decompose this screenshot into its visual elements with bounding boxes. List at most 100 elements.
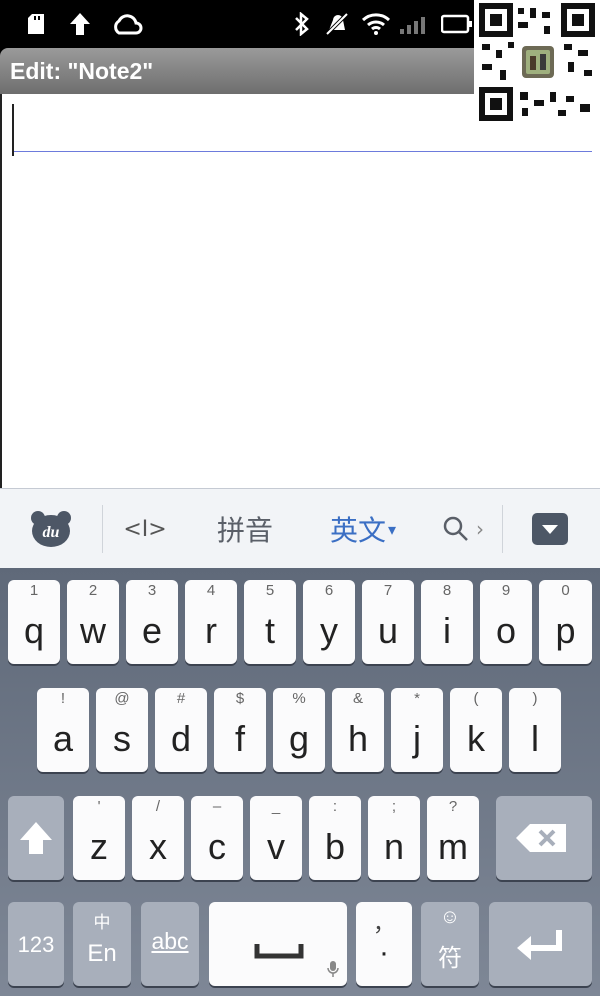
key-symbol: / [155,798,161,815]
ime-toolbar: du <I> 拼音 英文 ▾ › [0,488,600,568]
key-symbol: % [292,690,306,707]
cursor-move-label: <I> [123,516,167,542]
key-symbol: # [176,690,186,707]
pinyin-mode-button[interactable]: 拼音 [208,489,282,569]
cursor-move-button[interactable]: <I> [118,489,172,569]
key-letter: i [443,610,451,651]
key-b[interactable]: :b [309,796,361,880]
chevron-down-icon: ▾ [387,519,397,539]
english-mode-button[interactable]: 英文 ▾ [318,489,408,569]
key-letter: n [383,826,405,867]
key-w[interactable]: 2w [67,580,119,664]
key-l[interactable]: ) l [509,688,561,772]
key-s[interactable]: @ s [96,688,148,772]
key-symbol: 8 [442,582,452,599]
key-o[interactable]: 9o [480,580,532,664]
key-z[interactable]: ' z [73,796,125,880]
space-key[interactable] [209,902,347,986]
sd-card-icon [24,10,48,38]
key-symbol: 5 [265,582,275,599]
punctuation-key[interactable]: ， · [356,902,412,986]
language-top-label: 中 [93,913,111,932]
du-logo-icon[interactable]: du [26,489,76,569]
key-symbol: ? [448,798,458,815]
key-y[interactable]: 6y [303,580,355,664]
symbols-key-label: 符 [438,945,462,972]
key-letter: k [467,718,485,759]
hide-keyboard-button[interactable] [528,489,572,569]
backspace-key[interactable] [496,796,592,880]
key-m[interactable]: ? m [427,796,479,880]
battery-icon [440,10,474,38]
key-j[interactable]: * j [391,688,443,772]
more-arrow-icon: › [476,517,484,541]
key-symbol: 7 [383,582,393,599]
abc-key[interactable]: abc [141,902,199,986]
key-u[interactable]: 7u [362,580,414,664]
key-symbol: _ [271,798,281,815]
key-letter: x [149,826,167,867]
key-x[interactable]: / x [132,796,184,880]
key-symbol: 3 [147,582,157,599]
bluetooth-icon [290,10,314,38]
search-icon [443,516,468,541]
key-letter: y [320,610,338,651]
language-switch-key[interactable]: 中 En [73,902,131,986]
english-mode-label: 英文 [329,514,386,547]
key-letter: v [267,826,285,867]
abc-key-label: abc [151,928,189,954]
key-letter: t [264,610,275,651]
key-letter: m [438,826,468,867]
key-e[interactable]: 3e [126,580,178,664]
key-symbol: @ [114,690,130,707]
emoji-icon: ☺ [439,906,461,928]
symbols-key[interactable]: ☺ 符 [421,902,479,986]
signal-icon [396,10,432,38]
key-symbol: 9 [501,582,511,599]
period-label: · [379,936,389,969]
key-c[interactable]: – c [191,796,243,880]
key-n[interactable]: ; n [368,796,420,880]
key-letter: g [288,718,310,759]
key-k[interactable]: (k [450,688,502,772]
key-letter: r [205,610,217,651]
key-symbol: & [352,690,363,707]
key-t[interactable]: 5t [244,580,296,664]
enter-icon [517,930,562,960]
key-symbol: ' [97,798,101,815]
backspace-icon [516,824,566,852]
key-q[interactable]: 1q [8,580,60,664]
key-h[interactable]: & h [332,688,384,772]
wifi-icon [360,10,392,38]
ime-separator [102,505,103,553]
key-letter: h [347,718,369,759]
key-symbol: 4 [206,582,216,599]
key-symbol: ! [60,690,66,707]
key-symbol: ; [391,798,397,815]
key-r[interactable]: 4r [185,580,237,664]
key-letter: w [80,610,106,651]
key-symbol: – [212,798,222,815]
numbers-key[interactable]: 123 [8,902,64,986]
shift-key[interactable] [8,796,64,880]
key-letter: l [531,718,539,759]
key-f[interactable]: $ f [214,688,266,772]
note-editor [0,94,600,488]
text-cursor [12,104,14,156]
language-bottom-label: En [87,940,117,967]
key-letter: q [23,610,45,651]
key-symbol: 1 [29,582,39,599]
key-v[interactable]: _ v [250,796,302,880]
key-d[interactable]: # d [155,688,207,772]
soft-keyboard: 1q 2w 3e 4r 5t 6y 7u 8i 9o 0p ! a @ s # d $… [0,568,600,996]
key-p[interactable]: 0p [539,580,592,664]
key-i[interactable]: 8i [421,580,473,664]
key-symbol: 2 [88,582,98,599]
microphone-icon [327,961,339,977]
qr-code-image [474,0,600,124]
shift-arrow-icon [20,822,52,854]
key-g[interactable]: % g [273,688,325,772]
search-button[interactable]: › [436,489,490,569]
enter-key[interactable] [489,902,592,986]
key-a[interactable]: ! a [37,688,89,772]
